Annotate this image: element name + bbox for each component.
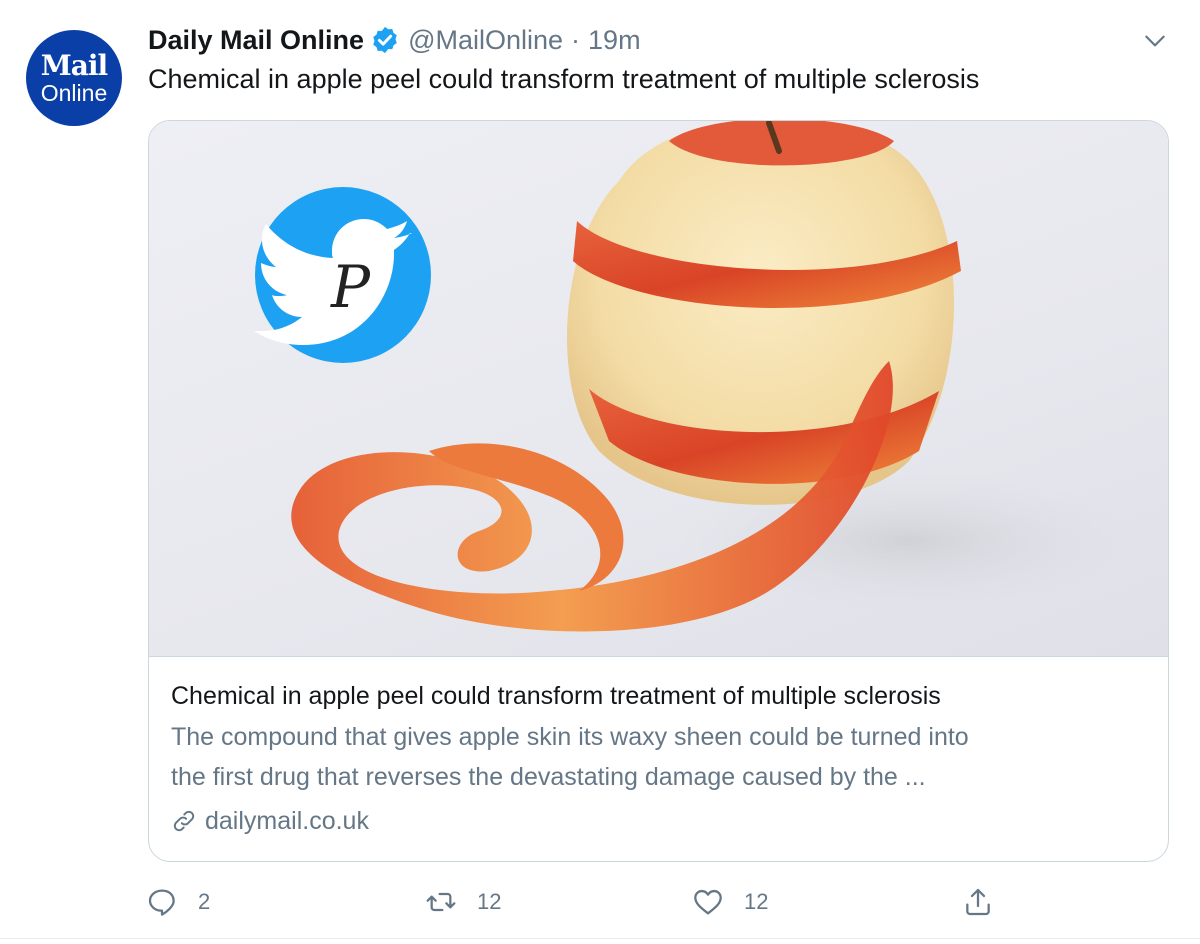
reply-icon	[146, 886, 178, 918]
twitter-bird-p-watermark: P	[254, 187, 431, 363]
verified-badge-icon	[370, 25, 400, 55]
tweet-header: Daily Mail Online @MailOnline · 19m	[148, 20, 641, 60]
tweet-timestamp[interactable]: 19m	[588, 25, 641, 56]
tweet-actions: 2 12 12	[0, 880, 1200, 924]
like-count: 12	[744, 889, 769, 914]
share-icon	[962, 886, 994, 918]
card-description: The compound that gives apple skin its w…	[171, 717, 1151, 797]
link-card[interactable]: P Chemical in apple peel could transform…	[148, 120, 1169, 862]
share-button[interactable]	[962, 880, 1014, 924]
chevron-down-icon[interactable]	[1140, 26, 1170, 56]
tweet[interactable]: Mail Online Daily Mail Online @MailOnlin…	[0, 0, 1200, 944]
retweet-icon	[425, 886, 457, 918]
card-title: Chemical in apple peel could transform t…	[171, 682, 941, 710]
card-image[interactable]: P	[149, 121, 1168, 657]
divider	[0, 938, 1200, 939]
retweet-button[interactable]: 12	[425, 880, 501, 924]
peeled-apple-image: P	[254, 121, 1139, 632]
retweet-count: 12	[477, 889, 502, 914]
author-handle[interactable]: @MailOnline	[408, 25, 563, 56]
card-body[interactable]: Chemical in apple peel could transform t…	[171, 677, 1151, 839]
tweet-text: Chemical in apple peel could transform t…	[148, 64, 980, 94]
reply-count: 2	[198, 889, 211, 914]
svg-text:P: P	[330, 253, 371, 321]
reply-button[interactable]: 2	[146, 880, 210, 924]
card-description-line1: The compound that gives apple skin its w…	[171, 723, 969, 751]
avatar-logo-line1: Mail	[40, 48, 108, 82]
avatar[interactable]: Mail Online	[26, 30, 122, 126]
like-button[interactable]: 12	[692, 880, 768, 924]
avatar-logo-line2: Online	[40, 79, 108, 106]
link-icon	[171, 808, 197, 834]
separator-dot: ·	[571, 24, 581, 55]
card-domain[interactable]: dailymail.co.uk	[171, 803, 1151, 839]
card-domain-text: dailymail.co.uk	[205, 807, 369, 835]
heart-icon	[692, 886, 724, 918]
author-name[interactable]: Daily Mail Online	[148, 25, 364, 56]
card-description-line2: the first drug that reverses the devasta…	[171, 763, 926, 791]
